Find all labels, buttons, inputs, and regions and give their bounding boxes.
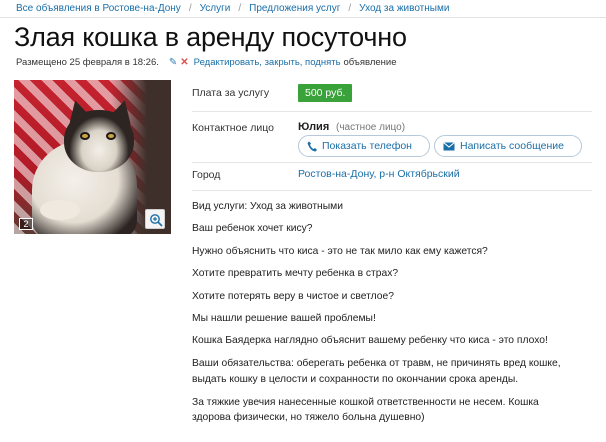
pencil-icon[interactable]: ✎	[169, 57, 177, 68]
magnifier-plus-icon	[150, 214, 163, 227]
contact-type: (частное лицо)	[336, 122, 406, 133]
zoom-button[interactable]	[145, 209, 165, 229]
write-message-button[interactable]: Написать сообщение	[434, 135, 582, 157]
breadcrumb: Все объявления в Ростове-на-Дону / Услуги /…	[16, 3, 449, 14]
description-line: Мы нашли решение вашей проблемы!	[192, 313, 376, 324]
description-line: Вид услуги: Уход за животными	[192, 201, 343, 212]
breadcrumb-separator: /	[348, 3, 352, 14]
city-label: Город	[192, 169, 221, 181]
show-phone-button[interactable]: Показать телефон	[298, 135, 430, 157]
breadcrumb-service-offers[interactable]: Предложения услуг	[249, 3, 340, 14]
breadcrumb-services[interactable]: Услуги	[200, 3, 231, 14]
breadcrumb-separator: /	[238, 3, 242, 14]
details-divider	[192, 162, 592, 163]
details-divider	[192, 111, 592, 112]
write-message-label: Написать сообщение	[460, 140, 564, 152]
phone-icon	[307, 141, 317, 152]
breadcrumb-all-ads[interactable]: Все объявления в Ростове-на-Дону	[16, 3, 181, 14]
edit-links[interactable]: Редактировать, закрыть, поднять	[194, 57, 341, 68]
details-divider	[192, 190, 592, 191]
description-line: Ваш ребенок хочет кису?	[192, 223, 313, 234]
description-line: Нужно объяснить что киса - это не так ми…	[192, 246, 488, 257]
posted-date: Размещено 25 февраля в 18:26.	[16, 57, 159, 68]
description-line: Ваши обязательства: оберегать ребенка от…	[192, 358, 561, 369]
cat-eye-left	[80, 132, 90, 140]
description-line: Кошка Баядерка наглядно объяснит вашему …	[192, 335, 548, 346]
description-line: выдать кошку в целости и сохранности по …	[192, 374, 519, 385]
description-line: Хотите потерять веру в чистое и светлое?	[192, 291, 394, 302]
contact-label: Контактное лицо	[192, 122, 274, 134]
city-link[interactable]: Ростов-на-Дону, р-н Октябрьский	[298, 168, 460, 180]
fee-label: Плата за услугу	[192, 87, 270, 99]
cat-eye-right	[106, 132, 116, 140]
breadcrumb-separator: /	[188, 3, 192, 14]
header-divider	[0, 17, 606, 18]
cat-head	[64, 110, 134, 172]
listing-photo[interactable]: 2	[14, 80, 171, 234]
description-line: здорова физически, но тяжело больна душе…	[192, 412, 425, 423]
photo-count-badge: 2	[19, 218, 33, 230]
close-icon[interactable]: ✕	[180, 57, 188, 68]
contact-name: Юлия	[298, 121, 330, 133]
cat-paw	[40, 200, 80, 220]
show-phone-label: Показать телефон	[322, 140, 412, 152]
page-title: Злая кошка в аренду посуточно	[14, 22, 407, 52]
envelope-icon	[443, 141, 455, 151]
breadcrumb-animal-care[interactable]: Уход за животными	[359, 3, 449, 14]
listing-meta: Размещено 25 февраля в 18:26. ✎ ✕ Редакт…	[16, 57, 397, 68]
description-line: Хотите превратить мечту ребенка в страх?	[192, 268, 399, 279]
price-badge: 500 руб.	[298, 84, 353, 102]
edit-suffix: объявление	[343, 57, 397, 68]
description-line: За тяжкие увечия нанесенные кошкой ответ…	[192, 397, 539, 408]
